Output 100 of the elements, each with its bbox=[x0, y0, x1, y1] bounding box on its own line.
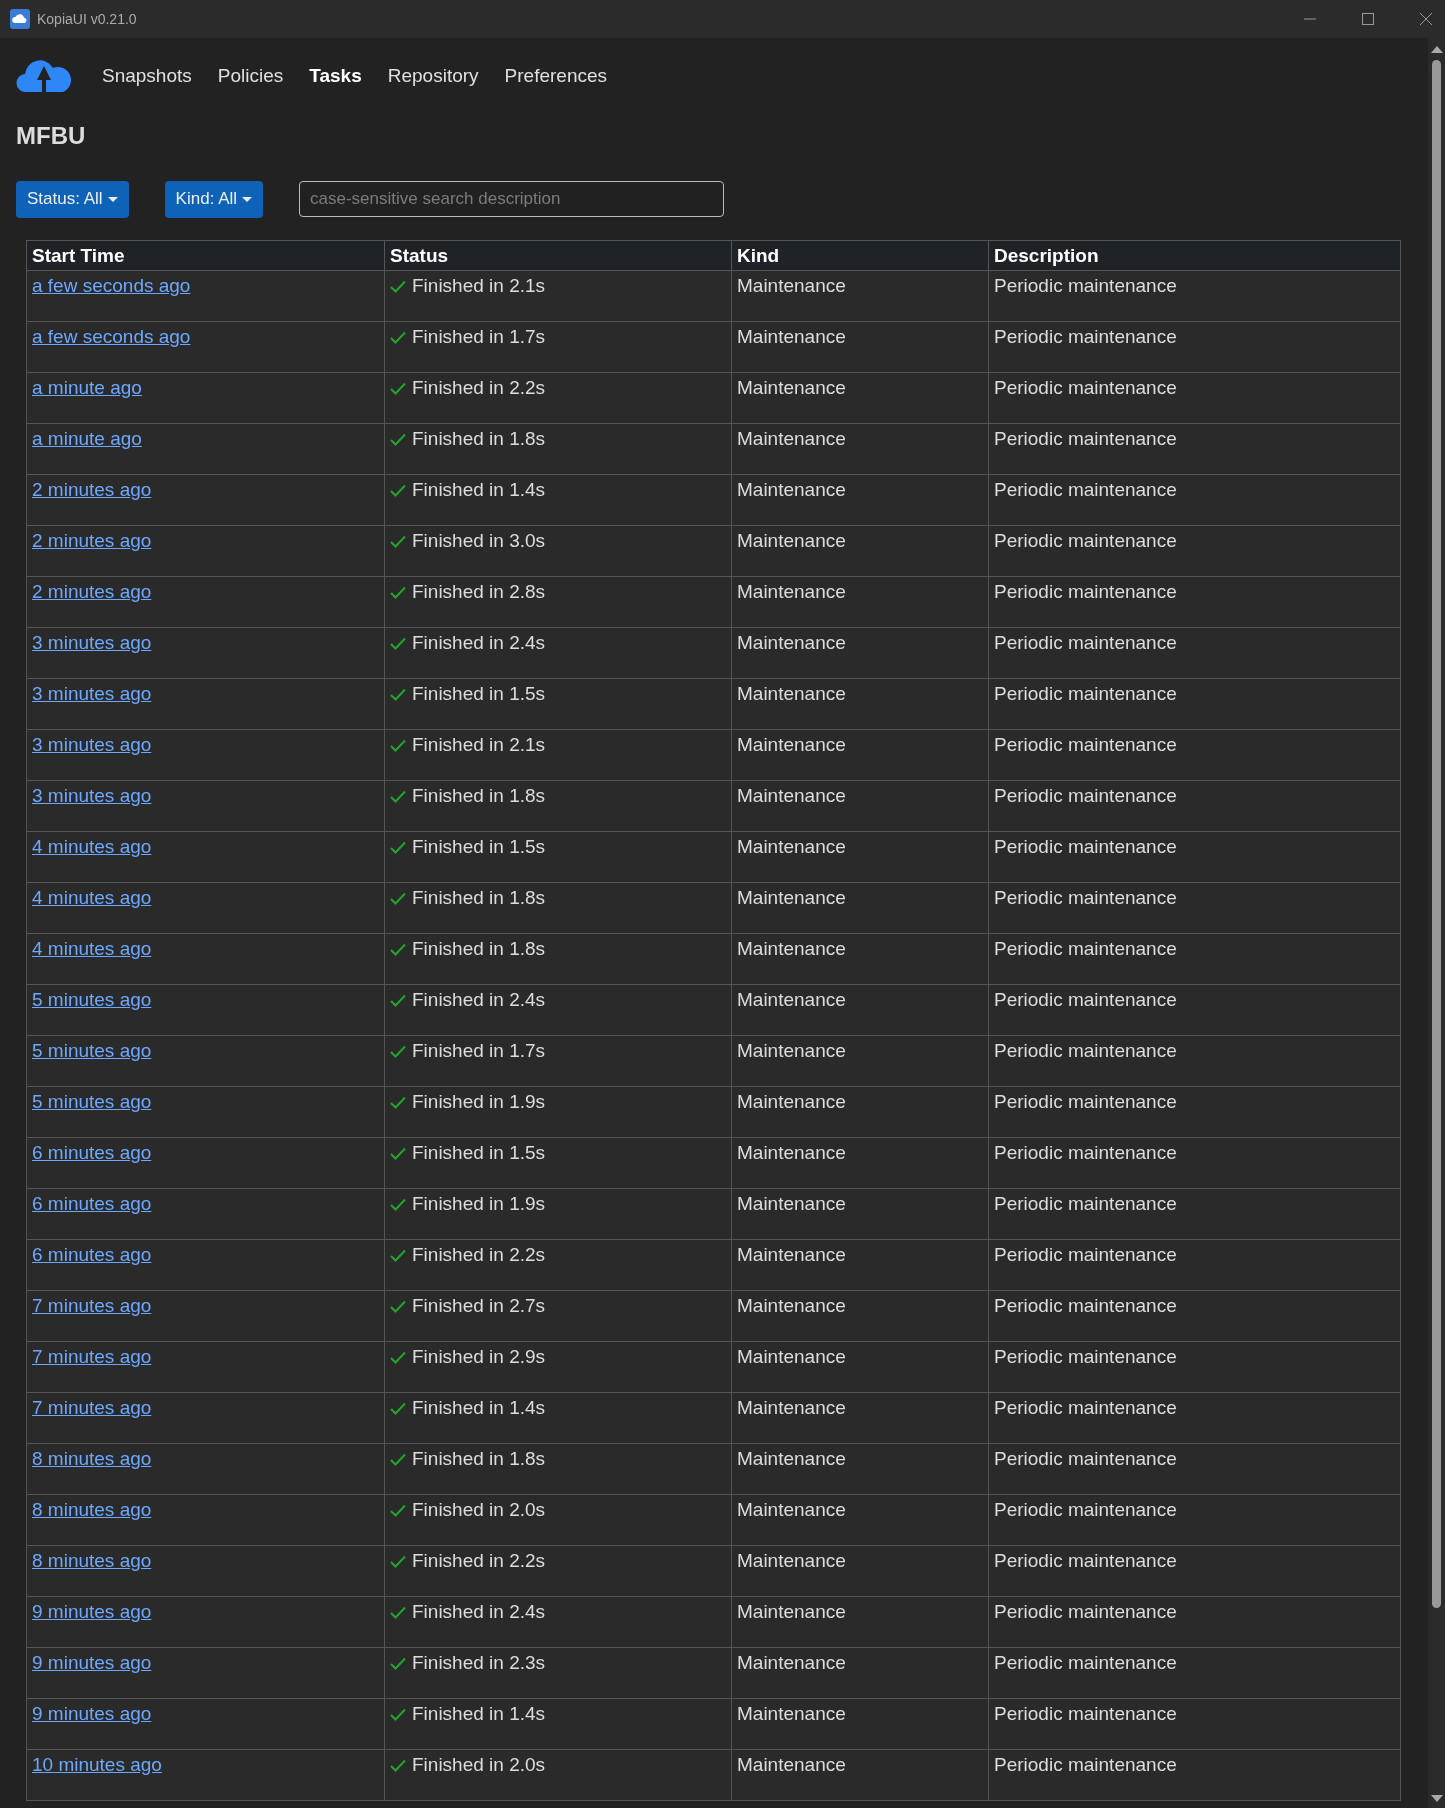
status-text: Finished in 2.9s bbox=[412, 1346, 546, 1368]
kind-text: Maintenance bbox=[737, 1397, 846, 1418]
column-header: Start Time bbox=[26, 240, 385, 271]
start-time-link[interactable]: 2 minutes ago bbox=[32, 581, 152, 602]
status-text: Finished in 1.4s bbox=[412, 1703, 546, 1725]
column-header: Kind bbox=[731, 240, 989, 271]
kind-text: Maintenance bbox=[737, 683, 846, 704]
description-text: Periodic maintenance bbox=[994, 887, 1177, 908]
start-time-link[interactable]: 5 minutes ago bbox=[32, 1091, 152, 1112]
description-text: Periodic maintenance bbox=[994, 530, 1177, 551]
check-icon bbox=[390, 1707, 406, 1721]
filter-dropdown[interactable]: Status: All bbox=[16, 180, 129, 218]
description-text: Periodic maintenance bbox=[994, 836, 1177, 857]
kind-text: Maintenance bbox=[737, 836, 846, 857]
start-time-link[interactable]: 6 minutes ago bbox=[32, 1142, 152, 1163]
check-icon bbox=[390, 1758, 406, 1772]
check-icon bbox=[390, 1554, 406, 1568]
description-text: Periodic maintenance bbox=[994, 938, 1177, 959]
check-icon bbox=[390, 432, 406, 446]
start-time-link[interactable]: 4 minutes ago bbox=[32, 887, 152, 908]
start-time-link[interactable]: 9 minutes ago bbox=[32, 1703, 152, 1724]
start-time-link[interactable]: 7 minutes ago bbox=[32, 1295, 152, 1316]
start-time-link[interactable]: 9 minutes ago bbox=[32, 1601, 152, 1622]
nav-link[interactable]: Policies bbox=[217, 65, 284, 87]
description-text: Periodic maintenance bbox=[994, 1601, 1177, 1622]
status-text: Finished in 2.2s bbox=[412, 377, 546, 399]
start-time-link[interactable]: 4 minutes ago bbox=[32, 836, 152, 857]
maximize-icon[interactable] bbox=[1361, 12, 1375, 26]
start-time-link[interactable]: 7 minutes ago bbox=[32, 1397, 152, 1418]
start-time-link[interactable]: 3 minutes ago bbox=[32, 734, 152, 755]
status-text: Finished in 2.0s bbox=[412, 1754, 546, 1776]
kind-text: Maintenance bbox=[737, 1295, 846, 1316]
status-text: Finished in 1.5s bbox=[412, 683, 546, 705]
description-text: Periodic maintenance bbox=[994, 275, 1177, 296]
close-icon[interactable] bbox=[1419, 12, 1433, 26]
start-time-link[interactable]: 2 minutes ago bbox=[32, 479, 152, 500]
check-icon bbox=[390, 381, 406, 395]
start-time-link[interactable]: 6 minutes ago bbox=[32, 1193, 152, 1214]
check-icon bbox=[390, 1605, 406, 1619]
status-text: Finished in 2.7s bbox=[412, 1295, 546, 1317]
kind-text: Maintenance bbox=[737, 938, 846, 959]
kind-text: Maintenance bbox=[737, 1550, 846, 1571]
check-icon bbox=[390, 1146, 406, 1160]
check-icon bbox=[390, 330, 406, 344]
start-time-link[interactable]: 8 minutes ago bbox=[32, 1550, 152, 1571]
kind-text: Maintenance bbox=[737, 1754, 846, 1775]
check-icon bbox=[390, 483, 406, 497]
check-icon bbox=[390, 636, 406, 650]
start-time-link[interactable]: a few seconds ago bbox=[32, 275, 191, 296]
description-text: Periodic maintenance bbox=[994, 1193, 1177, 1214]
nav-link[interactable]: Tasks bbox=[309, 65, 362, 87]
kind-text: Maintenance bbox=[737, 1652, 846, 1673]
start-time-link[interactable]: 10 minutes ago bbox=[32, 1754, 162, 1775]
status-text: Finished in 2.4s bbox=[412, 1601, 546, 1623]
description-text: Periodic maintenance bbox=[994, 377, 1177, 398]
kind-text: Maintenance bbox=[737, 632, 846, 653]
check-icon bbox=[390, 1656, 406, 1670]
column-header: Description bbox=[988, 240, 1401, 271]
description-text: Periodic maintenance bbox=[994, 1346, 1177, 1367]
status-text: Finished in 3.0s bbox=[412, 530, 546, 552]
cloud-icon bbox=[10, 9, 30, 29]
search-field[interactable]: case-sensitive search description bbox=[299, 181, 725, 217]
kind-text: Maintenance bbox=[737, 989, 846, 1010]
status-text: Finished in 1.8s bbox=[412, 887, 546, 909]
nav-link[interactable]: Repository bbox=[387, 65, 479, 87]
scrollbar[interactable] bbox=[1428, 38, 1445, 1808]
start-time-link[interactable]: a minute ago bbox=[32, 377, 142, 398]
nav-link[interactable]: Snapshots bbox=[102, 65, 192, 87]
start-time-link[interactable]: 3 minutes ago bbox=[32, 632, 152, 653]
kind-text: Maintenance bbox=[737, 428, 846, 449]
status-text: Finished in 2.8s bbox=[412, 581, 546, 603]
cloud-logo-icon[interactable] bbox=[16, 58, 72, 94]
description-text: Periodic maintenance bbox=[994, 734, 1177, 755]
description-text: Periodic maintenance bbox=[994, 581, 1177, 602]
filter-dropdown[interactable]: Kind: All bbox=[164, 180, 264, 218]
start-time-link[interactable]: 4 minutes ago bbox=[32, 938, 152, 959]
start-time-link[interactable]: a few seconds ago bbox=[32, 326, 191, 347]
start-time-link[interactable]: a minute ago bbox=[32, 428, 142, 449]
start-time-link[interactable]: 2 minutes ago bbox=[32, 530, 152, 551]
check-icon bbox=[390, 1350, 406, 1364]
start-time-link[interactable]: 6 minutes ago bbox=[32, 1244, 152, 1265]
start-time-link[interactable]: 7 minutes ago bbox=[32, 1346, 152, 1367]
start-time-link[interactable]: 5 minutes ago bbox=[32, 989, 152, 1010]
kind-text: Maintenance bbox=[737, 1499, 846, 1520]
check-icon bbox=[390, 891, 406, 905]
check-icon bbox=[390, 789, 406, 803]
nav-link[interactable]: Preferences bbox=[504, 65, 608, 87]
start-time-link[interactable]: 5 minutes ago bbox=[32, 1040, 152, 1061]
start-time-link[interactable]: 3 minutes ago bbox=[32, 785, 152, 806]
start-time-link[interactable]: 3 minutes ago bbox=[32, 683, 152, 704]
description-text: Periodic maintenance bbox=[994, 1652, 1177, 1673]
check-icon bbox=[390, 993, 406, 1007]
check-icon bbox=[390, 585, 406, 599]
kind-text: Maintenance bbox=[737, 887, 846, 908]
column-header: Status bbox=[384, 240, 732, 271]
check-icon bbox=[390, 1044, 406, 1058]
start-time-link[interactable]: 8 minutes ago bbox=[32, 1448, 152, 1469]
start-time-link[interactable]: 9 minutes ago bbox=[32, 1652, 152, 1673]
start-time-link[interactable]: 8 minutes ago bbox=[32, 1499, 152, 1520]
check-icon bbox=[390, 1299, 406, 1313]
